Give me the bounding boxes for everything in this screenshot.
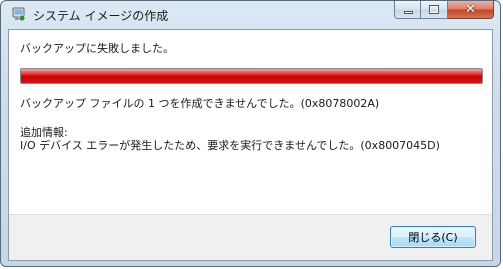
- backup-drive-icon: [12, 7, 26, 22]
- window-close-button[interactable]: ✕: [448, 1, 494, 19]
- caption-buttons: ✕: [394, 1, 494, 20]
- dialog-footer: 閉じる(C): [9, 214, 492, 260]
- maximize-button[interactable]: [421, 1, 448, 19]
- close-icon: ✕: [465, 2, 476, 17]
- close-button[interactable]: 閉じる(C): [390, 226, 476, 248]
- progress-bar: [20, 68, 483, 84]
- progress-fill: [21, 69, 482, 83]
- close-button-label: 閉じる(C): [408, 231, 458, 244]
- error-message: バックアップ ファイルの 1 つを作成できませんでした。(0x8078002A): [20, 97, 380, 110]
- minimize-button[interactable]: [394, 1, 421, 19]
- title-bar[interactable]: システム イメージの作成 ✕: [1, 1, 500, 29]
- dialog-content: バックアップに失敗しました。 バックアップ ファイルの 1 つを作成できませんで…: [8, 29, 493, 261]
- window-title: システム イメージの作成: [33, 9, 169, 23]
- maximize-icon: [429, 5, 439, 14]
- dialog-window: システム イメージの作成 ✕ バックアップに失敗しました。 バックアップ ファイ…: [0, 0, 501, 267]
- additional-info-detail: I/O デバイス エラーが発生したため、要求を実行できませんでした。(0x800…: [20, 139, 440, 152]
- failure-heading: バックアップに失敗しました。: [20, 42, 174, 55]
- minimize-icon: [404, 11, 413, 14]
